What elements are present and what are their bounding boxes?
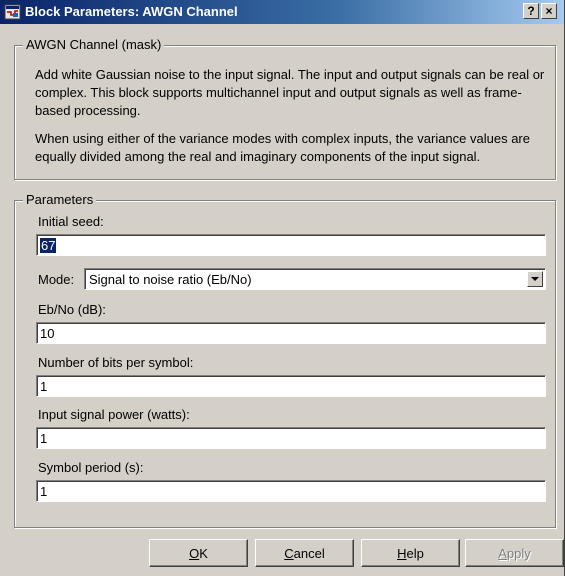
- simulink-block-icon: [4, 4, 21, 20]
- dialog-window: Block Parameters: AWGN Channel ? × AWGN …: [0, 0, 565, 576]
- parameters-legend: Parameters: [23, 192, 97, 207]
- description-paragraph-2: When using either of the variance modes …: [35, 131, 530, 164]
- signal-power-label: Input signal power (watts):: [38, 407, 190, 422]
- help-mnemonic: H: [397, 545, 407, 561]
- apply-mnemonic: A: [498, 545, 507, 561]
- ok-button[interactable]: OK: [149, 539, 248, 567]
- symbol-period-label: Symbol period (s):: [38, 460, 144, 475]
- apply-button[interactable]: Apply: [465, 539, 564, 567]
- cancel-mnemonic: C: [284, 545, 294, 561]
- symbol-period-field[interactable]: 1: [36, 480, 546, 502]
- initial-seed-value: 67: [40, 238, 57, 253]
- mode-select[interactable]: Signal to noise ratio (Eb/No): [84, 268, 546, 290]
- initial-seed-field[interactable]: 67: [36, 234, 546, 256]
- close-button[interactable]: ×: [541, 3, 557, 19]
- bits-per-symbol-label: Number of bits per symbol:: [38, 355, 194, 370]
- signal-power-value: 1: [40, 431, 48, 446]
- bits-per-symbol-field[interactable]: 1: [36, 375, 546, 397]
- description-group: AWGN Channel (mask) Add white Gaussian n…: [14, 37, 556, 180]
- help-titlebar-button[interactable]: ?: [523, 3, 539, 19]
- ok-mnemonic: O: [189, 545, 200, 561]
- ebno-label: Eb/No (dB):: [38, 302, 106, 317]
- title-bar[interactable]: Block Parameters: AWGN Channel ? ×: [0, 0, 564, 24]
- signal-power-field[interactable]: 1: [36, 427, 546, 449]
- mode-value: Signal to noise ratio (Eb/No): [89, 272, 252, 287]
- ebno-value: 10: [40, 326, 55, 341]
- ebno-field[interactable]: 10: [36, 322, 546, 344]
- cancel-button[interactable]: Cancel: [255, 539, 354, 567]
- description-paragraph-1: Add white Gaussian noise to the input si…: [35, 67, 545, 118]
- description-legend: AWGN Channel (mask): [23, 37, 165, 52]
- chevron-down-icon[interactable]: [527, 271, 543, 287]
- window-title: Block Parameters: AWGN Channel: [25, 4, 238, 19]
- cancel-label-rest: ancel: [293, 545, 325, 561]
- help-button[interactable]: Help: [361, 539, 460, 567]
- initial-seed-label: Initial seed:: [38, 214, 104, 229]
- help-label-rest: elp: [406, 545, 424, 561]
- ok-label-rest: K: [199, 545, 208, 561]
- bits-per-symbol-value: 1: [40, 379, 48, 394]
- symbol-period-value: 1: [40, 484, 48, 499]
- apply-label-rest: pply: [506, 545, 531, 561]
- mode-label: Mode:: [38, 272, 75, 287]
